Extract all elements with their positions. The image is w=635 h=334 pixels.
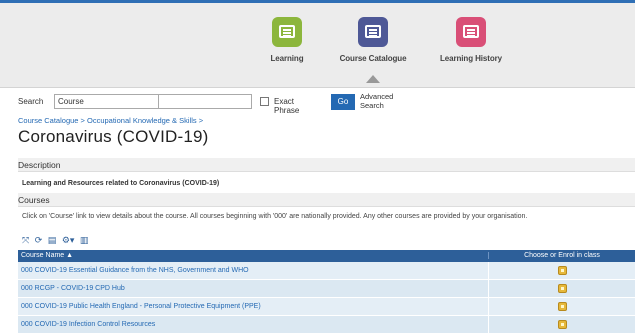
go-button[interactable]: Go: [331, 94, 355, 110]
course-link[interactable]: 000 COVID-19 Essential Guidance from the…: [21, 267, 249, 274]
enrol-icon[interactable]: [557, 302, 567, 311]
enrol-column-header: Choose or Enrol in class: [488, 252, 635, 259]
active-nav-caret-icon: [366, 75, 380, 83]
search-scope-select[interactable]: Course ▾: [54, 94, 172, 109]
nav-item-label: Course Catalogue: [339, 54, 407, 63]
description-heading: Description: [18, 158, 635, 172]
exact-phrase-checkbox[interactable]: [260, 97, 269, 106]
course-name-column-header[interactable]: Course Name ▲: [21, 252, 73, 259]
search-label: Search: [18, 97, 44, 106]
nav-item-label: Learning History: [440, 54, 502, 63]
table-row: 000 RCGP - COVID-19 CPD Hub: [18, 280, 635, 298]
nav-item-course-catalogue[interactable]: Course Catalogue: [318, 17, 428, 63]
refresh-icon[interactable]: ⟳: [35, 235, 43, 246]
description-text: Learning and Resources related to Corona…: [22, 180, 220, 187]
expand-icon[interactable]: ⤧: [22, 235, 29, 246]
gear-icon[interactable]: ⚙▾: [62, 235, 75, 246]
top-navigation: Learning Course Catalogue Learning Histo…: [0, 3, 635, 88]
export-icon[interactable]: ▤: [48, 235, 57, 246]
table-header: Course Name ▲ Choose or Enrol in class: [18, 250, 635, 262]
exact-phrase-label: Exact Phrase: [274, 97, 300, 115]
search-scope-value: Course: [58, 97, 84, 106]
courses-heading: Courses: [18, 193, 635, 207]
course-link[interactable]: 000 COVID-19 Infection Control Resources: [21, 321, 155, 328]
courses-table: Course Name ▲ Choose or Enrol in class 0…: [18, 250, 635, 334]
course-link[interactable]: 000 COVID-19 Public Health England - Per…: [21, 303, 261, 310]
breadcrumb[interactable]: Course Catalogue > Occupational Knowledg…: [18, 116, 203, 125]
nav-item-learning-history[interactable]: Learning History: [416, 17, 526, 63]
enrol-icon[interactable]: [557, 284, 567, 293]
learning-screen-icon: [272, 17, 302, 47]
history-screen-icon: [456, 17, 486, 47]
search-input[interactable]: [158, 94, 252, 109]
advanced-search-link[interactable]: Advanced Search: [360, 92, 393, 110]
catalogue-screen-icon: [358, 17, 388, 47]
page-title: Coronavirus (COVID-19): [18, 127, 209, 146]
grid-toolbar: ⤧ ⟳ ▤ ⚙▾ ▥: [22, 235, 91, 247]
table-row: 000 COVID-19 Public Health England - Per…: [18, 298, 635, 316]
enrol-icon[interactable]: [557, 266, 567, 275]
enrol-icon[interactable]: [557, 320, 567, 329]
course-link[interactable]: 000 RCGP - COVID-19 CPD Hub: [21, 285, 125, 292]
table-row: 000 COVID-19 Infection Control Resources: [18, 316, 635, 334]
columns-icon[interactable]: ▥: [80, 235, 89, 246]
courses-hint: Click on 'Course' link to view details a…: [22, 213, 528, 220]
table-row: 000 COVID-19 Essential Guidance from the…: [18, 262, 635, 280]
sort-asc-icon: ▲: [66, 252, 74, 259]
